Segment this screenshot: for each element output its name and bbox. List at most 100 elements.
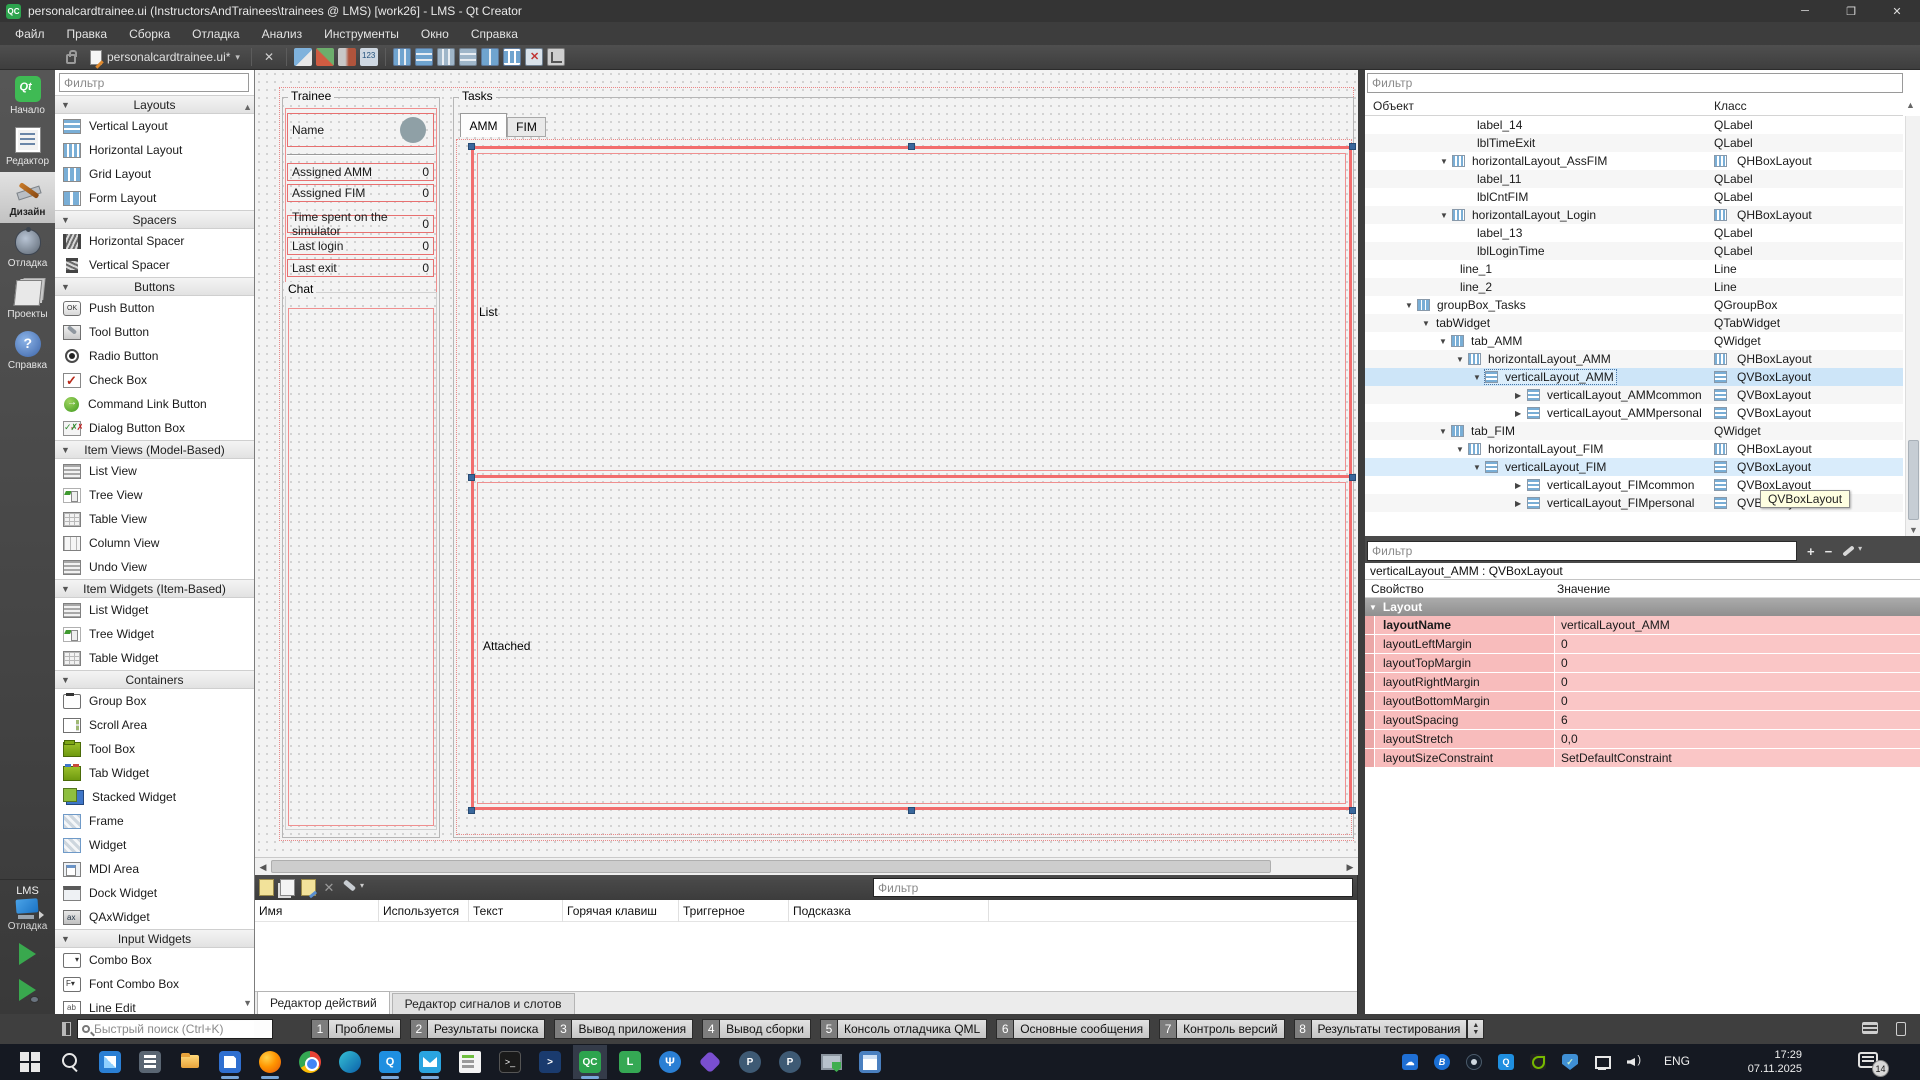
action-column-Триггерное[interactable]: Триггерное xyxy=(679,900,789,922)
property-row-layoutBottomMargin[interactable]: layoutBottomMargin0 xyxy=(1365,692,1920,711)
widget-item-Vertical Spacer[interactable]: Vertical Spacer xyxy=(55,253,254,277)
field-Assigned FIM[interactable]: Assigned FIM0 xyxy=(287,184,434,202)
tree-row-verticalLayout_FIM[interactable]: ▼verticalLayout_FIMQVBoxLayout xyxy=(1365,458,1903,476)
tree-row-verticalLayout_AMM[interactable]: ▼verticalLayout_AMMQVBoxLayout xyxy=(1365,368,1903,386)
new-action-icon[interactable] xyxy=(259,879,274,896)
configure-icon[interactable] xyxy=(342,879,364,896)
break-layout-icon[interactable] xyxy=(525,48,543,66)
layout-ammcommon-outline[interactable] xyxy=(477,153,1346,471)
kit-selector[interactable]: LMS Отладка xyxy=(0,879,55,936)
widget-item-Table View[interactable]: Table View xyxy=(55,507,254,531)
layout-splitter-horizontal-icon[interactable] xyxy=(437,48,455,66)
tab-AMM[interactable]: AMM xyxy=(460,113,507,137)
widget-item-Radio Button[interactable]: Radio Button xyxy=(55,344,254,368)
action-column-Горячая клавиш[interactable]: Горячая клавиш xyxy=(563,900,679,922)
resize-handle[interactable] xyxy=(1349,807,1356,814)
tray-q-tray-icon[interactable]: Q xyxy=(1498,1053,1514,1071)
chevron-down-icon[interactable]: ▼ xyxy=(1422,319,1434,328)
toggle-sidebar-icon[interactable] xyxy=(62,1022,71,1036)
tree-row-lblLoginTime[interactable]: lblLoginTimeQLabel xyxy=(1365,242,1903,260)
scroll-down-icon[interactable]: ▼ xyxy=(243,998,252,1008)
property-row-layoutName[interactable]: layoutNameverticalLayout_AMM xyxy=(1365,616,1920,635)
widget-item-Check Box[interactable]: Check Box xyxy=(55,368,254,392)
run-button[interactable] xyxy=(0,936,55,972)
tree-row-label_14[interactable]: label_14QLabel xyxy=(1365,116,1903,134)
tab-Редактор сигналов и слотов[interactable]: Редактор сигналов и слотов xyxy=(392,993,575,1014)
configure-properties-icon[interactable] xyxy=(1842,543,1862,559)
tree-row-line_2[interactable]: line_2Line xyxy=(1365,278,1903,296)
property-value[interactable]: 6 xyxy=(1555,711,1920,729)
open-document-selector[interactable]: personalcardtrainee.ui* ▾ xyxy=(84,45,246,70)
layout-splitter-vertical-icon[interactable] xyxy=(459,48,477,66)
widget-item-Undo View[interactable]: Undo View xyxy=(55,555,254,579)
adjust-size-icon[interactable] xyxy=(547,48,565,66)
widget-item-Dialog Button Box[interactable]: Dialog Button Box xyxy=(55,416,254,440)
property-row-layoutRightMargin[interactable]: layoutRightMargin0 xyxy=(1365,673,1920,692)
tree-row-line_1[interactable]: line_1Line xyxy=(1365,260,1903,278)
property-row-layoutTopMargin[interactable]: layoutTopMargin0 xyxy=(1365,654,1920,673)
mode-Начало[interactable]: Начало xyxy=(0,70,55,121)
widget-category-Item Widgets (Item-Based)[interactable]: ▼Item Widgets (Item-Based) xyxy=(55,579,254,598)
menu-item-Правка[interactable]: Правка xyxy=(56,22,119,45)
taskbar-firefox-icon[interactable] xyxy=(258,1050,282,1074)
property-row-layoutLeftMargin[interactable]: layoutLeftMargin0 xyxy=(1365,635,1920,654)
widget-item-Command Link Button[interactable]: Command Link Button xyxy=(55,392,254,416)
widget-item-Form Layout[interactable]: Form Layout xyxy=(55,186,254,210)
resize-handle[interactable] xyxy=(468,143,475,150)
action-column-Используется[interactable]: Используется xyxy=(379,900,469,922)
scroll-left-icon[interactable]: ◀ xyxy=(256,860,270,874)
object-tree-scrollbar[interactable]: ▼ xyxy=(1905,116,1920,536)
add-property-icon[interactable]: + xyxy=(1807,544,1815,559)
widget-item-List View[interactable]: List View xyxy=(55,459,254,483)
widget-item-Column View[interactable]: Column View xyxy=(55,531,254,555)
property-value[interactable]: 0 xyxy=(1555,635,1920,653)
taskbar-chrome-icon[interactable] xyxy=(298,1050,322,1074)
resize-handle[interactable] xyxy=(908,807,915,814)
property-value[interactable]: 0 xyxy=(1555,673,1920,691)
locator-box[interactable] xyxy=(77,1019,273,1039)
taskbar-qtcreator-icon[interactable]: QC xyxy=(578,1050,602,1074)
widget-item-Push Button[interactable]: Push Button xyxy=(55,296,254,320)
layout-section-header[interactable]: ▼ Layout xyxy=(1365,598,1920,616)
tree-row-verticalLayout_AMMcommon[interactable]: ▶verticalLayout_AMMcommonQVBoxLayout xyxy=(1365,386,1903,404)
tree-row-groupBox_Tasks[interactable]: ▼groupBox_TasksQGroupBox xyxy=(1365,296,1903,314)
property-row-layoutStretch[interactable]: layoutStretch0,0 xyxy=(1365,730,1920,749)
output-panel-Вывод приложения[interactable]: 3Вывод приложения xyxy=(554,1019,693,1039)
widget-item-Dock Widget[interactable]: Dock Widget xyxy=(55,881,254,905)
property-value[interactable]: verticalLayout_AMM xyxy=(1555,616,1920,634)
progress-details-icon[interactable] xyxy=(1862,1022,1878,1034)
widget-item-Stacked Widget[interactable]: Stacked Widget xyxy=(55,785,254,809)
property-row-layoutSpacing[interactable]: layoutSpacing6 xyxy=(1365,711,1920,730)
tree-row-horizontalLayout_Login[interactable]: ▼horizontalLayout_LoginQHBoxLayout xyxy=(1365,206,1903,224)
widget-box-filter-input[interactable] xyxy=(59,73,249,92)
resize-handle[interactable] xyxy=(1349,143,1356,150)
action-table-body[interactable] xyxy=(255,922,1357,991)
widget-item-Group Box[interactable]: Group Box xyxy=(55,689,254,713)
layout-horizontal-icon[interactable] xyxy=(393,48,411,66)
menu-item-Сборка[interactable]: Сборка xyxy=(118,22,181,45)
tray-onedrive-icon[interactable]: ☁ xyxy=(1402,1053,1418,1071)
tree-row-label_13[interactable]: label_13QLabel xyxy=(1365,224,1903,242)
widget-item-MDI Area[interactable]: MDI Area xyxy=(55,857,254,881)
resize-handle[interactable] xyxy=(468,807,475,814)
widget-item-List Widget[interactable]: List Widget xyxy=(55,598,254,622)
menu-item-Файл[interactable]: Файл xyxy=(4,22,56,45)
widget-item-Tree View[interactable]: Tree View xyxy=(55,483,254,507)
resize-handle[interactable] xyxy=(468,474,475,481)
widget-category-Buttons[interactable]: ▼Buttons xyxy=(55,277,254,296)
widget-category-Item Views (Model-Based)[interactable]: ▼Item Views (Model-Based) xyxy=(55,440,254,459)
tree-row-horizontalLayout_FIM[interactable]: ▼horizontalLayout_FIMQHBoxLayout xyxy=(1365,440,1903,458)
edit-tab-order-icon[interactable] xyxy=(360,48,378,66)
output-panel-Проблемы[interactable]: 1Проблемы xyxy=(311,1019,401,1039)
panel-spinner[interactable]: ▲▼ xyxy=(1467,1019,1484,1039)
taskbar-mail-icon[interactable] xyxy=(418,1050,442,1074)
widget-item-Vertical Layout[interactable]: Vertical Layout xyxy=(55,114,254,138)
maximize-button[interactable]: ❐ xyxy=(1828,0,1874,22)
menu-item-Отладка[interactable]: Отладка xyxy=(181,22,250,45)
scroll-down-icon[interactable]: ▼ xyxy=(1909,525,1918,535)
widget-category-Containers[interactable]: ▼Containers xyxy=(55,670,254,689)
mode-Редактор[interactable]: Редактор xyxy=(0,121,55,172)
remove-property-icon[interactable]: − xyxy=(1825,544,1833,559)
taskbar-pc-admin-icon[interactable] xyxy=(818,1050,842,1074)
action-column-Текст[interactable]: Текст xyxy=(469,900,563,922)
